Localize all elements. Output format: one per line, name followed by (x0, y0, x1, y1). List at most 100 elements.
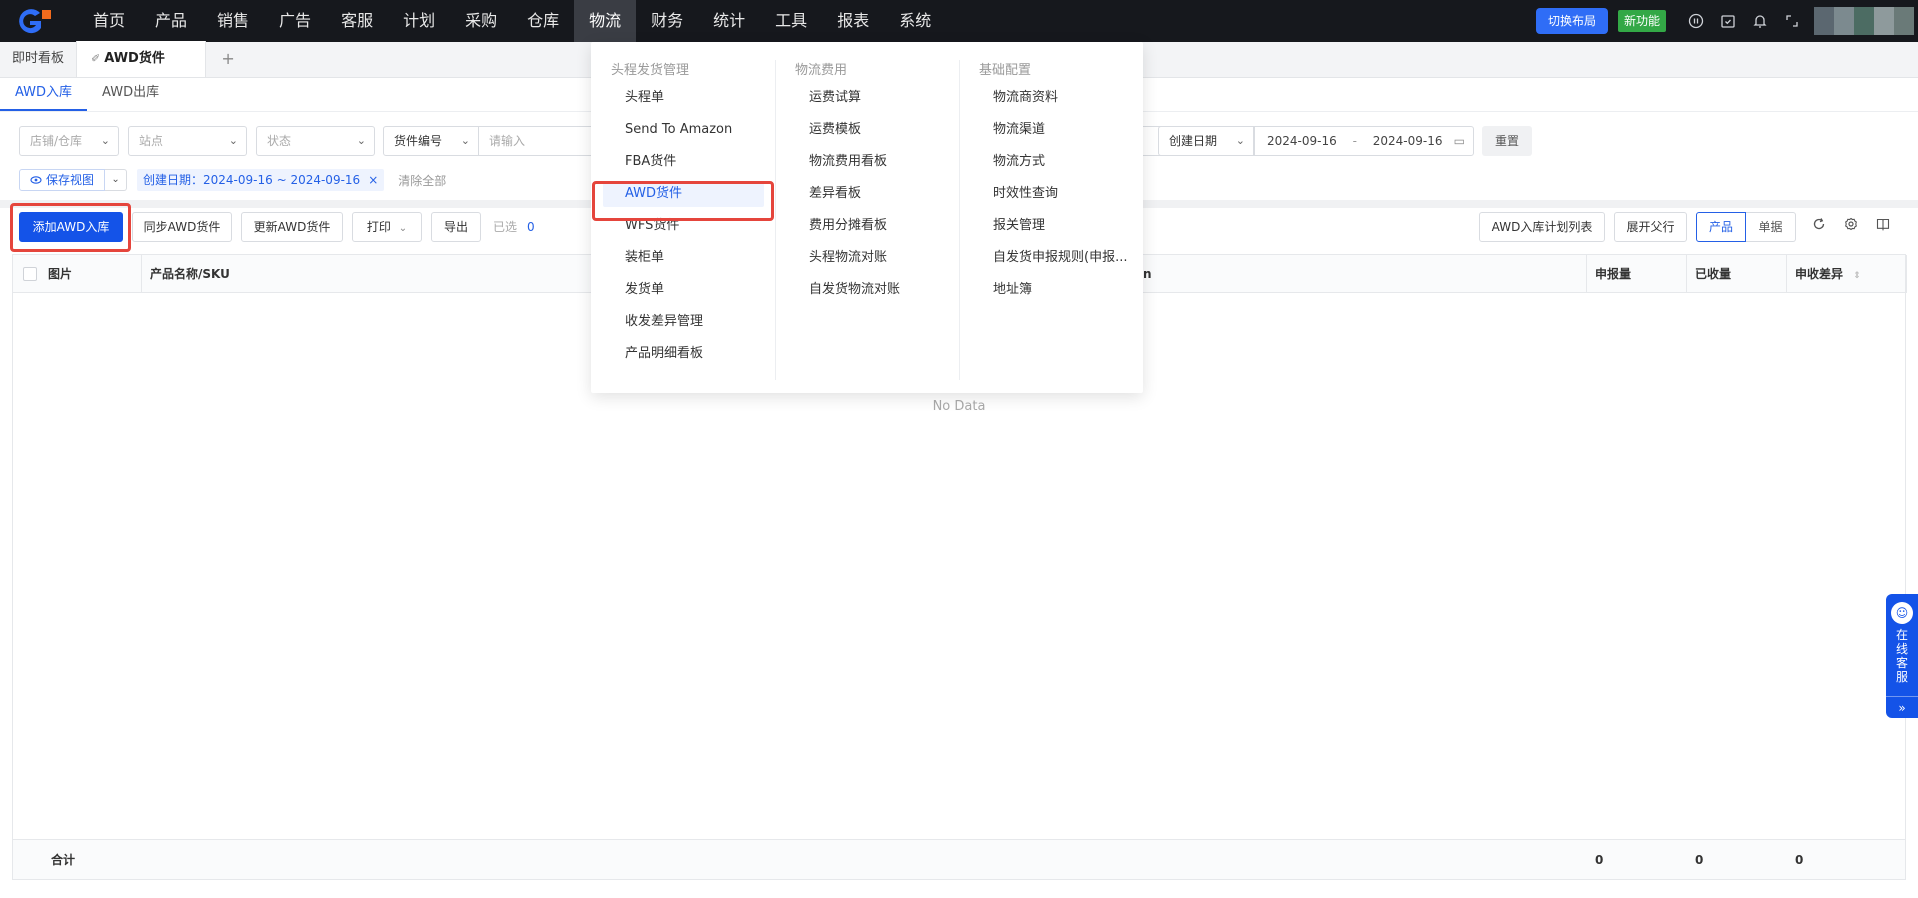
chevron-down-icon: ⌄ (111, 174, 120, 185)
nav-item-1[interactable]: 产品 (140, 0, 202, 42)
fullscreen-icon[interactable] (1776, 0, 1808, 42)
menu-item-col3-2[interactable]: 物流方式 (959, 146, 1134, 178)
shipment-number-input[interactable]: 请输入 (478, 126, 591, 156)
nav-item-10[interactable]: 统计 (698, 0, 760, 42)
expand-icon[interactable]: » (1886, 696, 1918, 718)
nav-item-7[interactable]: 仓库 (512, 0, 574, 42)
col-diff[interactable]: 申收差异 ⇕ (1786, 255, 1861, 293)
switch-layout-button[interactable]: 切换布局 (1535, 8, 1608, 34)
nav-item-3[interactable]: 广告 (264, 0, 326, 42)
update-awd-shipment-button[interactable]: 更新AWD货件 (241, 212, 343, 242)
chevron-down-icon: ⌄ (228, 134, 238, 147)
save-view-dropdown[interactable]: ⌄ (105, 169, 128, 191)
active-filter-chip[interactable]: 创建日期：2024-09-16 ~ 2024-09-16 × (137, 169, 385, 191)
menu-item-col1-0[interactable]: 头程单 (591, 82, 766, 114)
select-all-checkbox[interactable] (23, 267, 37, 281)
menu-item-col2-4[interactable]: 费用分摊看板 (775, 210, 950, 242)
save-view-button[interactable]: 保存视图 (19, 169, 106, 191)
menu-item-col2-1[interactable]: 运费模板 (775, 114, 950, 146)
close-icon[interactable]: × (368, 173, 378, 187)
menu-item-col3-3[interactable]: 时效性查询 (959, 178, 1134, 210)
footer-total-label: 合计 (51, 853, 76, 867)
subtab-awd-inbound[interactable]: AWD入库 (0, 77, 88, 111)
book-icon[interactable] (1868, 212, 1898, 242)
nav-item-13[interactable]: 系统 (884, 0, 946, 42)
nav-item-8[interactable]: 物流 (574, 0, 637, 42)
menu-item-col3-4[interactable]: 报关管理 (959, 210, 1134, 242)
nav-item-12[interactable]: 报表 (822, 0, 884, 42)
menu-item-col1-7[interactable]: 收发差异管理 (591, 306, 766, 338)
menu-item-col1-2[interactable]: FBA货件 (591, 146, 766, 178)
site-select-placeholder: 站点 (139, 134, 164, 148)
nav-item-4[interactable]: 客服 (326, 0, 388, 42)
menu-item-col2-5[interactable]: 头程物流对账 (775, 242, 950, 274)
menu-item-col1-1[interactable]: Send To Amazon (591, 114, 766, 146)
brand-logo-icon (19, 9, 51, 34)
col-hidden: n (1143, 267, 1152, 281)
menu-item-col3-5[interactable]: 自发货申报规则(申报... (959, 242, 1134, 274)
expand-parent-rows-button[interactable]: 展开父行 (1614, 212, 1687, 242)
menu-item-col1-8[interactable]: 产品明细看板 (591, 338, 766, 370)
date-end: 2024-09-16 (1372, 134, 1443, 148)
pause-icon[interactable] (1680, 0, 1712, 42)
menu-item-col1-6[interactable]: 发货单 (591, 274, 766, 306)
settings-icon[interactable] (1836, 212, 1866, 242)
date-range-picker[interactable]: 2024-09-16 - 2024-09-16 ▭ (1254, 126, 1474, 156)
menu-item-col3-6[interactable]: 地址簿 (959, 274, 1134, 306)
nav-item-2[interactable]: 销售 (202, 0, 264, 42)
tab-dashboard[interactable]: 即时看板 (0, 41, 76, 77)
sync-awd-shipment-button[interactable]: 同步AWD货件 (132, 212, 232, 242)
calendar-check-icon[interactable] (1712, 0, 1744, 42)
subtab-awd-outbound[interactable]: AWD出库 (87, 77, 174, 111)
view-document-button[interactable]: 单据 (1746, 212, 1796, 242)
awd-inbound-plan-list-button[interactable]: AWD入库计划列表 (1479, 212, 1605, 242)
nav-right: 切换布局 新功能 (1535, 0, 1918, 42)
footer-diff: 0 (1795, 853, 1804, 867)
col-edge (1906, 255, 1915, 293)
save-view-label: 保存视图 (46, 173, 95, 187)
nav-item-6[interactable]: 采购 (450, 0, 512, 42)
add-tab-button[interactable]: + (206, 41, 250, 77)
chevron-down-icon: ⌄ (356, 134, 366, 147)
view-product-button[interactable]: 产品 (1696, 212, 1746, 242)
status-select[interactable]: 状态 ⌄ (256, 126, 375, 156)
calendar-icon: ▭ (1453, 134, 1465, 148)
reset-button[interactable]: 重置 (1482, 126, 1532, 156)
export-button[interactable]: 导出 (431, 212, 481, 242)
clear-all-link[interactable]: 清除全部 (398, 172, 446, 189)
menu-item-col2-3[interactable]: 差异看板 (775, 178, 950, 210)
menu-item-col2-6[interactable]: 自发货物流对账 (775, 274, 950, 306)
sort-icon[interactable]: ⇕ (1853, 271, 1861, 281)
main-menu: 首页 产品 销售 广告 客服 计划 采购 仓库 物流 财务 统计 工具 报表 系统 (78, 0, 946, 42)
input-placeholder: 请输入 (489, 134, 526, 148)
selected-label: 已选 (493, 220, 518, 234)
nav-item-5[interactable]: 计划 (388, 0, 450, 42)
menu-item-col3-1[interactable]: 物流渠道 (959, 114, 1134, 146)
shipment-number-type-select[interactable]: 货件编号 ⌄ (383, 126, 479, 156)
date-start: 2024-09-16 (1267, 134, 1337, 148)
chip-label: 创建日期：2024-09-16 ~ 2024-09-16 (143, 173, 361, 187)
new-feature-badge[interactable]: 新功能 (1617, 10, 1666, 32)
menu-column-title: 物流费用 (795, 63, 848, 78)
shop-select[interactable]: 店铺/仓库 ⌄ (19, 126, 119, 156)
menu-item-col3-0[interactable]: 物流商资料 (959, 82, 1134, 114)
menu-column-title: 头程发货管理 (611, 63, 690, 78)
bell-icon[interactable] (1744, 0, 1776, 42)
pin-icon[interactable]: ✐ (91, 52, 100, 65)
site-select[interactable]: 站点 ⌄ (128, 126, 247, 156)
avatar[interactable] (1814, 7, 1914, 35)
print-button[interactable]: 打印 ⌄ (352, 212, 422, 242)
nav-item-11[interactable]: 工具 (760, 0, 822, 42)
menu-item-col2-0[interactable]: 运费试算 (775, 82, 950, 114)
nav-item-0[interactable]: 首页 (78, 0, 140, 42)
menu-item-col1-5[interactable]: 装柜单 (591, 242, 766, 274)
menu-item-col2-2[interactable]: 物流费用看板 (775, 146, 950, 178)
tab-awd-shipment[interactable]: ✐ AWD货件 (76, 41, 207, 77)
logo[interactable] (0, 0, 64, 42)
nav-item-9[interactable]: 财务 (636, 0, 698, 42)
refresh-icon[interactable] (1804, 212, 1834, 242)
menu-column-base-config: 基础配置 物流商资料 物流渠道 物流方式 时效性查询 报关管理 自发货申报规则(申报...… (959, 60, 1143, 306)
top-nav: 首页 产品 销售 广告 客服 计划 采购 仓库 物流 财务 统计 工具 报表 系统 切换布局 新功能 (0, 0, 1918, 42)
date-type-select[interactable]: 创建日期 ⌄ (1158, 126, 1254, 156)
online-service-widget[interactable]: ☺ 在线客服 » (1886, 594, 1918, 718)
